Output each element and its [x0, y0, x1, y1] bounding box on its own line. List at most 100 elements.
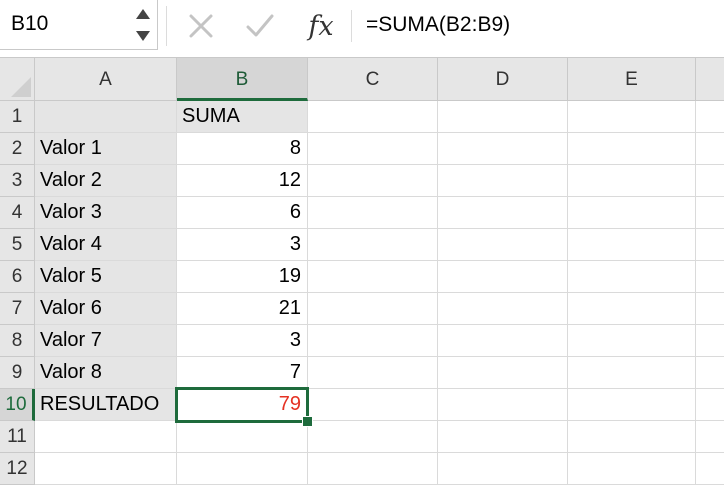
cell-e1[interactable] [568, 101, 696, 133]
cell-a10[interactable]: RESULTADO [35, 389, 177, 421]
cell-c10[interactable] [308, 389, 438, 421]
cell-c4[interactable] [308, 197, 438, 229]
cell-c8[interactable] [308, 325, 438, 357]
row-header-7[interactable]: 7 [0, 293, 35, 325]
row-header-2[interactable]: 2 [0, 133, 35, 165]
cell-c12[interactable] [308, 453, 438, 485]
cell-a1[interactable] [35, 101, 177, 133]
cell-d10[interactable] [438, 389, 568, 421]
cell-f5[interactable] [696, 229, 724, 261]
cell-e9[interactable] [568, 357, 696, 389]
cell-d8[interactable] [438, 325, 568, 357]
cell-a7[interactable]: Valor 6 [35, 293, 177, 325]
cell-d2[interactable] [438, 133, 568, 165]
cell-f10[interactable] [696, 389, 724, 421]
name-box-spinner[interactable] [134, 5, 152, 45]
cell-e11[interactable] [568, 421, 696, 453]
chevron-down-icon[interactable] [136, 31, 150, 41]
cell-c2[interactable] [308, 133, 438, 165]
row-header-5[interactable]: 5 [0, 229, 35, 261]
chevron-up-icon[interactable] [136, 9, 150, 19]
fx-icon[interactable]: fx [302, 6, 340, 46]
row-header-4[interactable]: 4 [0, 197, 35, 229]
row-header-10[interactable]: 10 [0, 389, 35, 421]
cell-e10[interactable] [568, 389, 696, 421]
column-header-b[interactable]: B [177, 58, 308, 101]
cell-d1[interactable] [438, 101, 568, 133]
cell-b11[interactable] [177, 421, 308, 453]
cell-e6[interactable] [568, 261, 696, 293]
fill-handle[interactable] [302, 416, 313, 427]
cell-e7[interactable] [568, 293, 696, 325]
cell-d3[interactable] [438, 165, 568, 197]
cell-e2[interactable] [568, 133, 696, 165]
cell-c11[interactable] [308, 421, 438, 453]
fx-label[interactable]: fx [308, 11, 333, 42]
cell-a3[interactable]: Valor 2 [35, 165, 177, 197]
cell-e3[interactable] [568, 165, 696, 197]
cell-b4[interactable]: 6 [177, 197, 308, 229]
cell-c7[interactable] [308, 293, 438, 325]
cell-b8[interactable]: 3 [177, 325, 308, 357]
column-header-f[interactable] [696, 58, 724, 101]
select-all-button[interactable] [0, 58, 35, 101]
row-header-3[interactable]: 3 [0, 165, 35, 197]
cell-f1[interactable] [696, 101, 724, 133]
cell-c5[interactable] [308, 229, 438, 261]
cell-b6[interactable]: 19 [177, 261, 308, 293]
cell-f6[interactable] [696, 261, 724, 293]
cell-c1[interactable] [308, 101, 438, 133]
cell-d9[interactable] [438, 357, 568, 389]
column-header-d[interactable]: D [438, 58, 568, 101]
cell-c6[interactable] [308, 261, 438, 293]
cell-a2[interactable]: Valor 1 [35, 133, 177, 165]
cell-a11[interactable] [35, 421, 177, 453]
cell-d7[interactable] [438, 293, 568, 325]
row-header-11[interactable]: 11 [0, 421, 35, 453]
cell-b5[interactable]: 3 [177, 229, 308, 261]
cell-f8[interactable] [696, 325, 724, 357]
cell-a4[interactable]: Valor 3 [35, 197, 177, 229]
cell-f3[interactable] [696, 165, 724, 197]
cell-b12[interactable] [177, 453, 308, 485]
row-header-12[interactable]: 12 [0, 453, 35, 485]
cell-e12[interactable] [568, 453, 696, 485]
enter-icon[interactable] [242, 6, 278, 46]
cell-d4[interactable] [438, 197, 568, 229]
column-header-a[interactable]: A [35, 58, 177, 101]
cell-f12[interactable] [696, 453, 724, 485]
cell-b1[interactable]: SUMA [177, 101, 308, 133]
cell-f11[interactable] [696, 421, 724, 453]
cell-c3[interactable] [308, 165, 438, 197]
cell-c9[interactable] [308, 357, 438, 389]
cell-a6[interactable]: Valor 5 [35, 261, 177, 293]
cell-b9[interactable]: 7 [177, 357, 308, 389]
column-header-e[interactable]: E [568, 58, 696, 101]
cell-d11[interactable] [438, 421, 568, 453]
cell-d12[interactable] [438, 453, 568, 485]
cell-f4[interactable] [696, 197, 724, 229]
row-header-9[interactable]: 9 [0, 357, 35, 389]
cell-e8[interactable] [568, 325, 696, 357]
cell-a8[interactable]: Valor 7 [35, 325, 177, 357]
cell-b7[interactable]: 21 [177, 293, 308, 325]
row-header-1[interactable]: 1 [0, 101, 35, 133]
name-box[interactable]: B10 [0, 0, 158, 50]
cell-f2[interactable] [696, 133, 724, 165]
cell-d6[interactable] [438, 261, 568, 293]
cell-b3[interactable]: 12 [177, 165, 308, 197]
row-header-8[interactable]: 8 [0, 325, 35, 357]
cell-e5[interactable] [568, 229, 696, 261]
cell-a12[interactable] [35, 453, 177, 485]
cell-d5[interactable] [438, 229, 568, 261]
cell-a5[interactable]: Valor 4 [35, 229, 177, 261]
cell-b2[interactable]: 8 [177, 133, 308, 165]
column-header-c[interactable]: C [308, 58, 438, 101]
cell-e4[interactable] [568, 197, 696, 229]
cell-f9[interactable] [696, 357, 724, 389]
formula-input[interactable]: =SUMA(B2:B9) [366, 13, 510, 37]
cancel-icon[interactable] [184, 6, 218, 46]
cell-f7[interactable] [696, 293, 724, 325]
cell-a9[interactable]: Valor 8 [35, 357, 177, 389]
row-header-6[interactable]: 6 [0, 261, 35, 293]
